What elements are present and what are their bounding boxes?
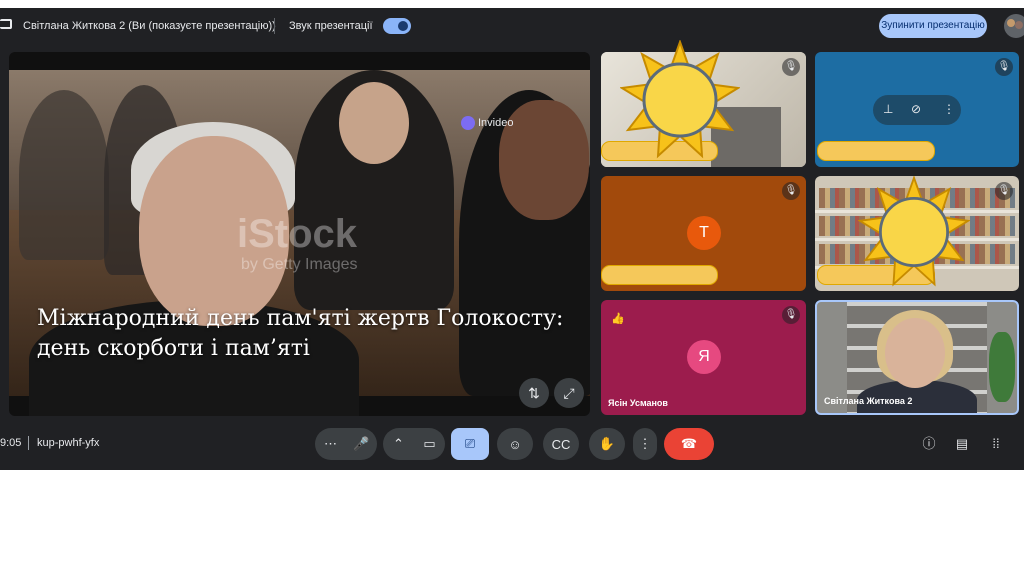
chevron-up-icon[interactable]: ⌃ (383, 436, 414, 452)
name-cover-sticker (817, 141, 935, 161)
captions-icon: CC (551, 436, 571, 452)
audio-control-group: ⋯ 🎤 (315, 428, 377, 460)
end-call-icon: ☎ (680, 436, 698, 451)
meeting-code: kup-pwhf-yfx (37, 437, 100, 449)
pin-icon[interactable]: ⊥ (883, 102, 893, 116)
stop-presenting-label: Зупинити презентацію (881, 20, 985, 31)
end-call-button[interactable]: ☎ (664, 428, 714, 460)
sun-sticker-icon (620, 40, 740, 159)
avatar: Я (687, 340, 721, 374)
more-options-button[interactable]: ⋮ (633, 428, 657, 460)
self-view-tile[interactable]: Світлана Житкова 2 (815, 300, 1019, 415)
raise-hand-icon: ✋ (598, 436, 616, 451)
slide-caption: Міжнародний день пам'яті жертв Голокосту… (37, 306, 564, 361)
participant-tile[interactable]: 👍 🎙 Я Ясін Усманов (601, 300, 806, 415)
stock-watermark: iStock (237, 212, 358, 256)
avatar[interactable] (1004, 14, 1024, 38)
meet-window: Світлана Житкова 2 (Ви (показуєте презен… (0, 8, 1024, 470)
audio-options-icon[interactable]: ⋯ (315, 436, 346, 452)
stop-presenting-button[interactable]: Зупинити презентацію (879, 14, 987, 38)
participant-tile[interactable]: 🎙 ⊥ ⊘ ⋮ (815, 52, 1019, 167)
presentation-sound-toggle[interactable] (383, 18, 411, 34)
top-bar: Світлана Житкова 2 (Ви (показуєте презен… (0, 8, 1024, 44)
sun-sticker-icon (858, 176, 970, 287)
captions-button[interactable]: CC (543, 428, 579, 460)
participant-name: Ясін Усманов (608, 398, 668, 408)
present-now-icon: ⎚ (464, 436, 476, 451)
mic-off-icon: 🎙 (995, 182, 1013, 200)
name-cover-sticker (601, 265, 718, 285)
mic-off-icon: 🎙 (995, 58, 1013, 76)
raise-hand-button[interactable]: ✋ (589, 428, 625, 460)
present-now-button[interactable]: ⎚ (451, 428, 489, 460)
chat-icon[interactable]: ▤ (953, 435, 971, 453)
divider (274, 18, 275, 34)
mic-icon[interactable]: 🎤 (346, 436, 377, 452)
divider (28, 436, 29, 450)
video-control-group: ⌃ ▭ (383, 428, 445, 460)
avatar: T (687, 216, 721, 250)
remove-icon[interactable]: ⊘ (911, 102, 921, 116)
participant-tile[interactable]: 🎙 T (601, 176, 806, 291)
raise-hand-icon: 👍 (611, 313, 625, 325)
fullscreen-icon[interactable]: ⤢ (554, 378, 584, 408)
mic-off-icon: 🎙 (782, 182, 800, 200)
info-icon[interactable]: ⓘ (920, 435, 938, 453)
more-options-icon: ⋮ (638, 436, 652, 451)
mic-off-icon: 🎙 (782, 58, 800, 76)
activities-icon[interactable]: ⁞⁞ (987, 435, 1005, 453)
swap-icon[interactable]: ⇅ (519, 378, 549, 408)
presenter-status: Світлана Житкова 2 (Ви (показуєте презен… (23, 20, 276, 32)
emoji-button[interactable]: ☺ (497, 428, 533, 460)
stock-watermark-sub: by Getty Images (241, 256, 358, 273)
more-options-icon[interactable]: ⋮ (943, 102, 955, 116)
toggle-knob (398, 21, 408, 31)
participant-name: Світлана Житкова 2 (824, 396, 913, 406)
presentation-view: iStock by Getty Images Invideo Міжнародн… (9, 52, 590, 416)
emoji-icon: ☺ (508, 436, 522, 452)
present-icon (0, 19, 12, 29)
presentation-sound-label: Звук презентації (289, 20, 373, 32)
mic-off-icon: 🎙 (782, 306, 800, 324)
camera-icon[interactable]: ▭ (414, 436, 445, 452)
invideo-logo: Invideo (461, 116, 513, 130)
meeting-time: 9:05 (0, 437, 22, 449)
tile-controls: ⊥ ⊘ ⋮ (873, 95, 961, 125)
